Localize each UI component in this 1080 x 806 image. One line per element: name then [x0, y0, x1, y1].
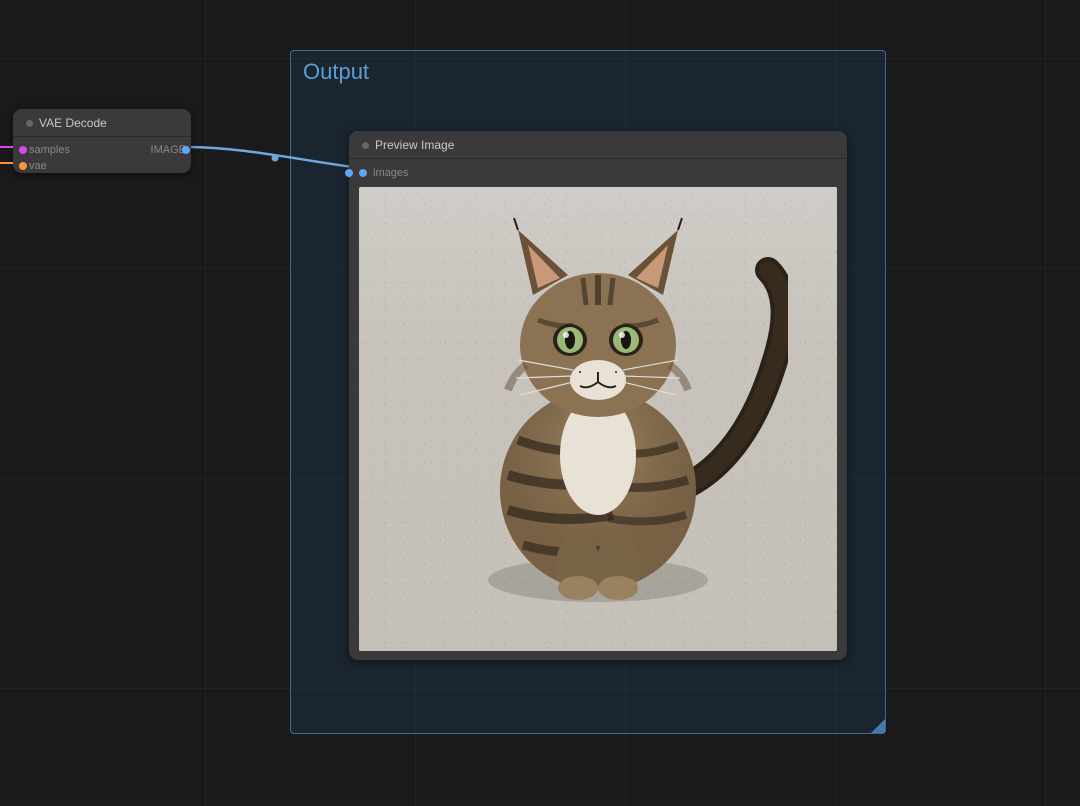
input-row-images[interactable]: images	[359, 165, 837, 181]
port-image-out[interactable]	[182, 146, 190, 154]
connection-midpoint	[272, 155, 279, 162]
node-graph-canvas[interactable]: Output VAE Decode samples vae IMAGE	[0, 0, 1080, 806]
node-preview-image[interactable]: Preview Image images	[349, 131, 847, 660]
node-collapse-dot[interactable]	[362, 142, 369, 149]
node-title-text: Preview Image	[375, 138, 454, 152]
node-title-bar[interactable]: VAE Decode	[13, 109, 191, 137]
output-row-image[interactable]: IMAGE	[151, 142, 186, 158]
port-images[interactable]	[345, 169, 353, 177]
node-body: samples vae IMAGE	[13, 137, 191, 181]
node-title-text: VAE Decode	[39, 116, 107, 130]
node-body: images	[349, 159, 847, 661]
input-label-samples: samples	[29, 144, 70, 156]
generated-image	[359, 187, 837, 651]
edge-stub-samples	[0, 146, 13, 148]
preview-image-output[interactable]	[359, 187, 837, 651]
input-label-vae: vae	[29, 160, 47, 172]
cat-illustration	[408, 200, 788, 620]
group-resize-handle[interactable]	[871, 719, 885, 733]
node-collapse-dot[interactable]	[26, 120, 33, 127]
input-row-vae[interactable]: vae	[23, 158, 181, 174]
node-title-bar[interactable]: Preview Image	[349, 131, 847, 159]
input-label-images: images	[373, 167, 408, 179]
output-label-image: IMAGE	[151, 144, 186, 156]
port-vae[interactable]	[19, 162, 27, 170]
port-samples[interactable]	[19, 146, 27, 154]
node-vae-decode[interactable]: VAE Decode samples vae IMAGE	[13, 109, 191, 173]
port-images-inner[interactable]	[359, 169, 367, 177]
group-title[interactable]: Output	[291, 51, 885, 85]
edge-stub-vae	[0, 162, 13, 164]
